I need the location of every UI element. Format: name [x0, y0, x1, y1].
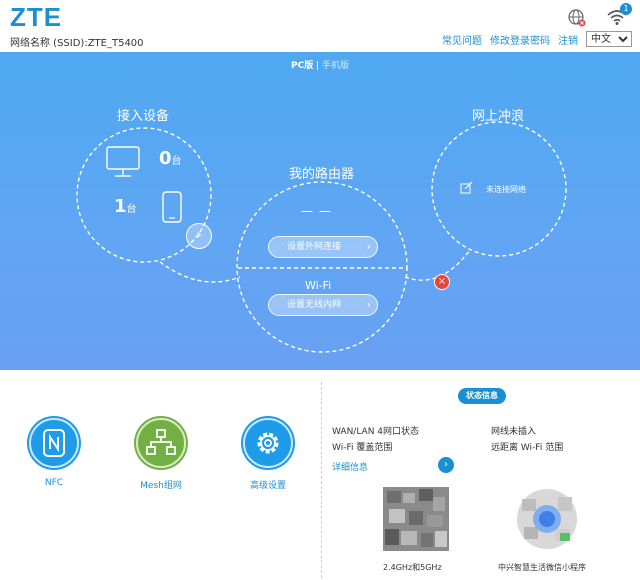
- nfc-label: NFC: [44, 478, 64, 488]
- wifi-qr-caption: 2.4GHz和5GHz: [383, 563, 442, 572]
- header-links: 常见问题 修改登录密码 注销 中文: [442, 31, 632, 47]
- globe-icon[interactable]: [567, 8, 587, 28]
- mesh-label: Mesh组网: [140, 481, 182, 491]
- wireless-device-count: 1台: [114, 196, 137, 217]
- wired-count-unit: 台: [171, 156, 182, 167]
- mesh-icon: [134, 416, 188, 470]
- devices-title: 接入设备: [117, 109, 170, 124]
- devices-detail-button[interactable]: ›: [186, 223, 212, 249]
- view-separator: |: [313, 61, 322, 71]
- wireless-count-unit: 台: [126, 204, 137, 215]
- wifi-qr-code: [383, 487, 449, 551]
- chevron-right-icon: ›: [366, 240, 371, 253]
- wireless-count-value: 1: [114, 196, 127, 217]
- wan-lan-status-value: 网线未插入: [491, 427, 537, 437]
- mesh-feature[interactable]: Mesh组网: [121, 416, 201, 491]
- disconnected-icon: ×: [434, 274, 450, 290]
- divider: [321, 382, 322, 578]
- edit-icon: [460, 181, 473, 194]
- wechat-mini-program-code: [517, 489, 577, 549]
- wifi-label: Wi-Fi: [305, 279, 332, 292]
- advanced-settings-feature[interactable]: 高级设置: [228, 416, 308, 491]
- nfc-icon: [27, 416, 81, 470]
- wan-lan-status-label: WAN/LAN 4网口状态: [332, 427, 420, 437]
- ssid-label: 网络名称 (SSID):ZTE_T5400: [10, 38, 144, 49]
- faq-link[interactable]: 常见问题: [442, 32, 482, 47]
- wechat-mini-program-caption: 中兴智慧生活微信小程序: [498, 563, 586, 572]
- bottom-panel: NFC Mesh组网 高级设置 状态信息 WAN/LAN 4网口状态 网线未插入…: [0, 370, 640, 580]
- wifi-coverage-label: Wi-Fi 覆盖范围: [332, 443, 393, 453]
- internet-status: 未连接网络: [486, 185, 526, 194]
- detail-arrow-icon[interactable]: ›: [438, 457, 454, 473]
- logout-link[interactable]: 注销: [558, 32, 578, 47]
- set-wan-button[interactable]: 设置外网连接 ›: [268, 236, 378, 258]
- status-info-badge: 状态信息: [458, 388, 506, 404]
- gear-icon: [241, 416, 295, 470]
- set-wifi-button[interactable]: 设置无线内网 ›: [268, 294, 378, 316]
- pc-view-link[interactable]: PC版: [291, 61, 313, 71]
- monitor-icon: [106, 146, 140, 177]
- header: ZTE 网络名称 (SSID):ZTE_T5400 1 常见问题 修改登录密码 …: [0, 0, 640, 52]
- router-title: 我的路由器: [289, 167, 355, 182]
- view-toggle: PC版 | 手机版: [0, 58, 640, 71]
- chevron-right-icon: ›: [366, 298, 371, 311]
- phone-icon: [162, 191, 182, 223]
- wifi-count-badge: 1: [620, 3, 632, 15]
- language-select[interactable]: 中文: [586, 31, 632, 47]
- wan-value: — —: [301, 204, 332, 218]
- nfc-feature[interactable]: NFC: [14, 416, 94, 488]
- set-wan-label: 设置外网连接: [287, 242, 342, 252]
- internet-title: 网上冲浪: [472, 109, 525, 124]
- advanced-settings-label: 高级设置: [249, 481, 286, 491]
- wired-count-value: 0: [159, 148, 172, 169]
- detail-link[interactable]: 详细信息: [332, 460, 368, 473]
- status-banner: PC版 | 手机版 接入设备 0台 1台 › 我的路由器 — — 设置外网连接 ›…: [0, 52, 640, 370]
- set-wifi-label: 设置无线内网: [287, 300, 342, 310]
- mobile-view-link[interactable]: 手机版: [322, 61, 349, 71]
- change-password-link[interactable]: 修改登录密码: [490, 32, 550, 47]
- wired-device-count: 0台: [159, 148, 182, 169]
- wifi-coverage-value: 远距离 Wi-Fi 范围: [491, 443, 564, 453]
- zte-logo: ZTE: [10, 2, 63, 32]
